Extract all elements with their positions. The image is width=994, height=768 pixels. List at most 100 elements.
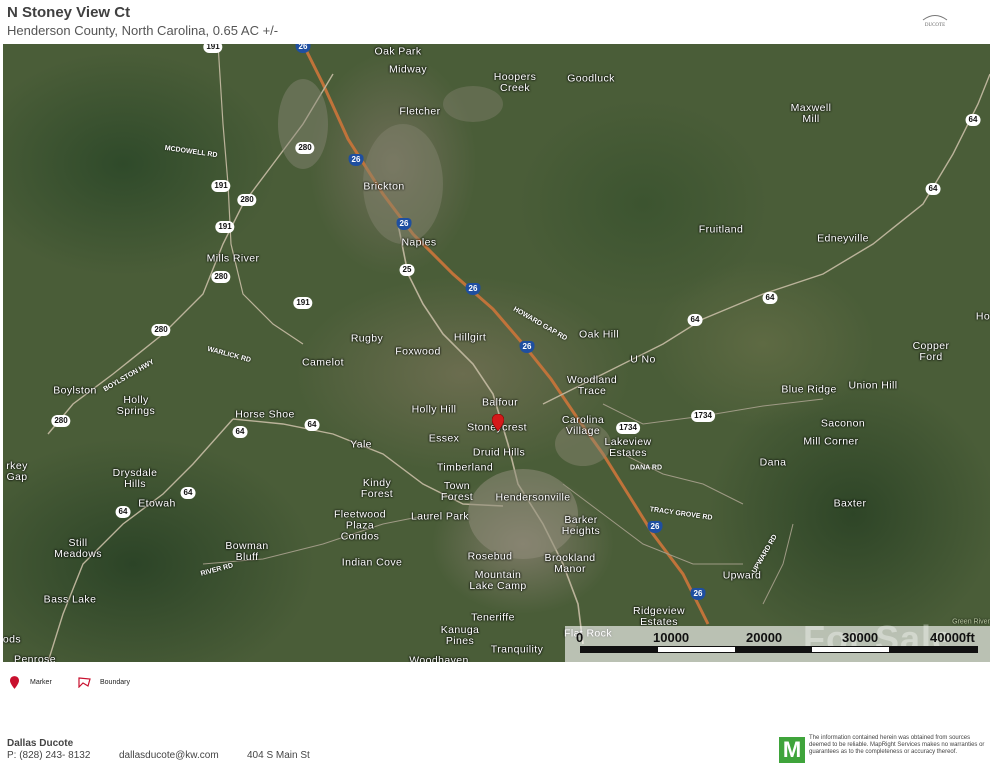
road-shield-nc280-d: 280 — [51, 415, 71, 427]
place-label-goodluck: Goodluck — [567, 72, 615, 85]
agent-address: 404 S Main St — [247, 750, 310, 761]
scale-tick-label: 0 — [576, 630, 584, 645]
place-label-indian-cove: Indian Cove — [341, 556, 403, 569]
satellite-map[interactable]: Oak Park Midway Hoopers Creek Goodluck Fletc… — [3, 44, 990, 662]
place-label-kanuga-pines: Kanuga Pines — [440, 624, 480, 647]
road-shield-nc280-c: 280 — [211, 271, 231, 283]
scale-bar: 0 10000 20000 30000 40000ft — [565, 626, 990, 662]
place-label-ho: Ho — [975, 310, 990, 323]
brand-logo: DUCOTE — [920, 12, 950, 28]
road-shield-us191-a: 191 — [203, 44, 223, 53]
road-shield-nc191-c: 191 — [215, 221, 235, 233]
road-shield-us64-b: 64 — [925, 183, 941, 195]
road-shield-us64-e: 64 — [232, 426, 248, 438]
place-label-woods: ods — [3, 633, 22, 646]
place-label-camelot: Camelot — [302, 356, 344, 369]
place-label-mills-river: Mills River — [206, 252, 260, 265]
road-shield-nc280-b: 280 — [237, 194, 257, 206]
road-shield-i26-c: 26 — [396, 218, 412, 230]
place-label-blue-ridge: Blue Ridge — [781, 383, 837, 396]
road-shield-nc280-a: 280 — [295, 142, 315, 154]
place-label-bowman-bluff: Bowman Bluff — [225, 540, 269, 563]
place-label-barker-heights: Barker Heights — [561, 514, 601, 537]
agent-phone[interactable]: P: (828) 243- 8132 — [7, 750, 90, 761]
place-label-fletcher: Fletcher — [399, 105, 441, 118]
road-shield-i26-b: 26 — [348, 154, 364, 166]
place-label-woodland-trace: Woodland Trace — [566, 374, 618, 397]
property-marker-icon[interactable] — [492, 414, 504, 431]
place-label-ridgeview-estates: Ridgeview Estates — [632, 605, 686, 628]
road-shield-us64-g: 64 — [180, 487, 196, 499]
place-label-carolina-village: Carolina Village — [561, 414, 605, 437]
place-label-turkey-gap: rkey Gap — [6, 460, 28, 483]
place-label-teneriffe: Teneriffe — [471, 611, 515, 624]
road-shield-us64-f: 64 — [304, 419, 320, 431]
scale-tick-label: 20000 — [746, 630, 783, 645]
place-label-boylston: Boylston — [53, 384, 97, 397]
road-label-dana-rd: DANA RD — [629, 464, 663, 472]
scale-tick-label: 10000 — [653, 630, 690, 645]
place-label-lakeview-estates: Lakeview Estates — [604, 436, 652, 459]
place-label-brickton: Brickton — [363, 180, 405, 193]
place-label-u-no: U No — [630, 353, 656, 366]
scale-tick-label: 40000ft — [930, 630, 975, 645]
place-label-rugby: Rugby — [350, 332, 384, 345]
place-label-drysdale-hills: Drysdale Hills — [112, 467, 158, 490]
road-shield-sr1734-b: 1734 — [691, 410, 715, 422]
place-label-fruitland: Fruitland — [698, 223, 744, 236]
place-label-maxwell-mill: Maxwell Mill — [790, 102, 832, 125]
place-label-bass-lake: Bass Lake — [43, 593, 97, 606]
road-label-green-river: Green River — [952, 618, 990, 626]
place-label-laurel-park: Laurel Park — [410, 510, 470, 523]
page-subtitle: Henderson County, North Carolina, 0.65 A… — [7, 23, 279, 38]
brand-logo-text: DUCOTE — [925, 23, 945, 28]
place-label-foxwood: Foxwood — [395, 345, 441, 358]
scale-segment — [889, 647, 977, 652]
scale-bar-graphic — [580, 646, 978, 653]
place-label-mountain-lake-camp: Mountain Lake Camp — [469, 569, 527, 592]
place-label-hoopers-creek: Hoopers Creek — [493, 71, 537, 94]
place-label-baxter: Baxter — [833, 497, 867, 510]
place-label-tranquility: Tranquility — [490, 643, 544, 656]
place-label-penrose: Penrose — [14, 653, 56, 662]
page-title: N Stoney View Ct — [7, 4, 131, 21]
road-shield-us64-a: 64 — [965, 114, 981, 126]
place-label-holly-hill: Holly Hill — [411, 403, 457, 416]
legend-marker-label: Marker — [30, 679, 52, 686]
road-shield-i26-e: 26 — [519, 341, 535, 353]
agent-name: Dallas Ducote — [7, 738, 74, 749]
scale-segment — [735, 647, 812, 652]
place-label-town-forest: Town Forest — [440, 480, 474, 503]
agent-email[interactable]: dallasducote@kw.com — [119, 750, 219, 761]
place-label-dana: Dana — [759, 456, 787, 469]
place-label-kindy-forest: Kindy Forest — [360, 477, 394, 500]
place-label-woodhaven: Woodhaven — [409, 654, 469, 662]
disclaimer-text: The information contained herein was obt… — [809, 735, 985, 755]
road-shield-us64-c: 64 — [762, 292, 778, 304]
place-label-timberland: Timberland — [436, 461, 494, 474]
road-shield-us64-d: 64 — [687, 314, 703, 326]
place-label-rosebud: Rosebud — [467, 550, 513, 563]
place-label-oak-hill: Oak Hill — [579, 328, 619, 341]
place-label-essex: Essex — [428, 432, 460, 445]
place-label-copper-ford: Copper Ford — [912, 340, 950, 363]
place-label-midway: Midway — [389, 63, 427, 76]
mapright-logo: M — [779, 737, 805, 763]
place-label-holly-springs: Holly Springs — [116, 394, 156, 417]
place-label-yale: Yale — [350, 438, 372, 451]
place-label-saconon: Saconon — [820, 417, 866, 430]
place-label-oak-park: Oak Park — [374, 45, 422, 58]
road-shield-nc191-d: 191 — [293, 297, 313, 309]
place-label-horse-shoe: Horse Shoe — [235, 408, 295, 421]
place-label-naples: Naples — [401, 236, 437, 249]
road-shield-i26-g: 26 — [690, 588, 706, 600]
place-label-druid-hills: Druid Hills — [472, 446, 526, 459]
legend-boundary-label: Boundary — [100, 679, 130, 686]
road-shield-sr1734-a: 1734 — [616, 422, 640, 434]
place-label-union-hill: Union Hill — [848, 379, 898, 392]
place-label-etowah: Etowah — [138, 497, 176, 510]
road-shield-nc191-b: 191 — [211, 180, 231, 192]
road-shield-us25: 25 — [399, 264, 415, 276]
road-shield-nc280-e: 280 — [151, 324, 171, 336]
road-shield-us64-h: 64 — [115, 506, 131, 518]
